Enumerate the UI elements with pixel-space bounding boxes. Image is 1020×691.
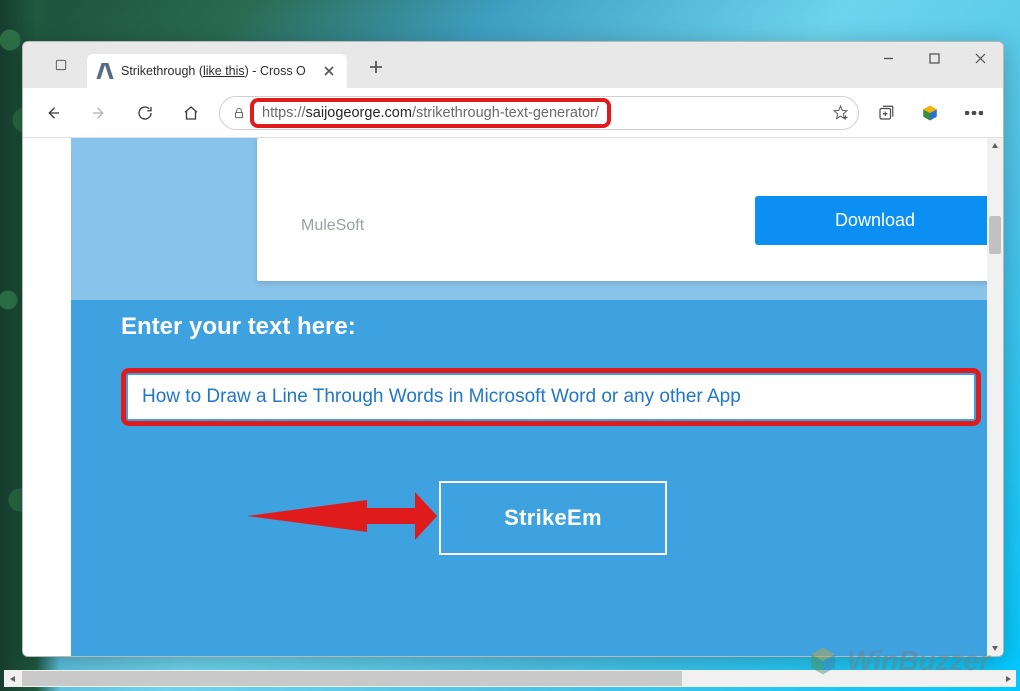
lock-icon	[230, 104, 248, 122]
forward-button[interactable]	[81, 95, 117, 131]
browser-window: Strikethrough (like this) - Cross O	[22, 41, 1004, 657]
url-text: https://saijogeorge.com/strikethrough-te…	[262, 105, 599, 121]
page-content: MuleSoft Download Enter your text here: …	[23, 138, 987, 656]
scroll-right-button[interactable]	[999, 670, 1016, 687]
watermark: WinBuzzer	[805, 645, 990, 677]
more-button[interactable]	[957, 96, 991, 130]
close-tab-button[interactable]	[321, 63, 337, 79]
tab-title: Strikethrough (like this) - Cross O	[121, 64, 313, 78]
ad-brand: MuleSoft	[301, 217, 364, 235]
browser-tab[interactable]: Strikethrough (like this) - Cross O	[87, 54, 347, 88]
minimize-button[interactable]	[865, 42, 911, 74]
close-window-button[interactable]	[957, 42, 1003, 74]
toolbar: https://saijogeorge.com/strikethrough-te…	[23, 88, 1003, 138]
horizontal-scroll-thumb[interactable]	[22, 671, 682, 686]
strikeem-button[interactable]: StrikeEm	[439, 481, 667, 555]
watermark-cube-icon	[805, 645, 841, 677]
input-highlight-annotation: How to Draw a Line Through Words in Micr…	[121, 368, 981, 426]
back-button[interactable]	[35, 95, 71, 131]
maximize-button[interactable]	[911, 42, 957, 74]
watermark-text: WinBuzzer	[847, 645, 990, 677]
viewport: MuleSoft Download Enter your text here: …	[23, 138, 1003, 656]
home-button[interactable]	[173, 95, 209, 131]
tab-actions-button[interactable]	[39, 50, 83, 80]
annotation-arrow	[247, 486, 437, 546]
address-bar[interactable]: https://saijogeorge.com/strikethrough-te…	[219, 96, 859, 130]
scroll-left-button[interactable]	[4, 670, 21, 687]
window-controls	[865, 42, 1003, 74]
favorite-button[interactable]	[828, 101, 852, 125]
title-bar: Strikethrough (like this) - Cross O	[23, 42, 1003, 88]
vertical-scroll-thumb[interactable]	[989, 216, 1001, 254]
extension-icon[interactable]	[913, 96, 947, 130]
scroll-up-button[interactable]	[987, 138, 1003, 154]
collections-button[interactable]	[869, 96, 903, 130]
enter-text-label: Enter your text here:	[121, 313, 356, 341]
tab-favicon	[97, 63, 113, 79]
ad-box: MuleSoft Download	[257, 138, 987, 281]
url-highlight-annotation: https://saijogeorge.com/strikethrough-te…	[250, 98, 611, 128]
new-tab-button[interactable]	[361, 52, 391, 82]
text-input[interactable]: How to Draw a Line Through Words in Micr…	[128, 375, 974, 419]
vertical-scrollbar[interactable]	[987, 138, 1003, 656]
page-margin	[23, 138, 71, 656]
refresh-button[interactable]	[127, 95, 163, 131]
ad-download-button[interactable]: Download	[755, 196, 987, 245]
page-body: MuleSoft Download Enter your text here: …	[71, 138, 987, 656]
text-input-value: How to Draw a Line Through Words in Micr…	[142, 386, 741, 408]
